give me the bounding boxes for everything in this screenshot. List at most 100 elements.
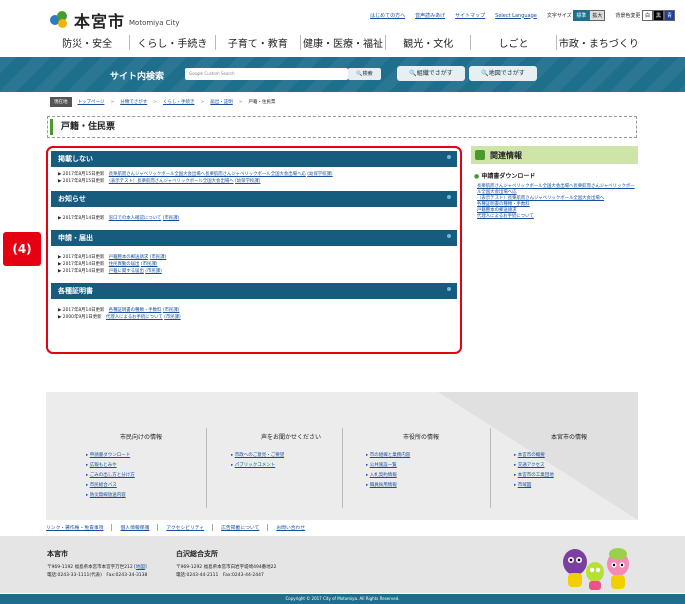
footer-col-title: 本宮市の情報	[550, 434, 587, 441]
footer-link-ads[interactable]: 広告掲載について	[213, 524, 269, 531]
gnav-city-planning[interactable]: 市政・まちづくり	[555, 34, 641, 50]
font-large-button[interactable]: 拡大	[589, 10, 606, 21]
footer-link[interactable]: 公共施設一覧	[370, 463, 397, 468]
sitemap-link[interactable]: サイトマップ	[455, 12, 485, 19]
footer-col-cityhall: 市役所の情報 市の組織と業務内容 公共施設一覧 入札契約情報 職員採用情報	[366, 432, 476, 491]
footer-link[interactable]: 市民総合バス	[90, 483, 117, 488]
annotation-label: (4)	[3, 232, 41, 266]
item-date: 2017年8月15日更新	[62, 179, 105, 184]
item-dept-link[interactable]: (市民課)	[163, 308, 180, 313]
sidebar-link[interactable]: 長栗航而さんジャベリックボール全国大会出場へ長栗航而さんジャベリックボール全国大…	[471, 184, 638, 196]
font-size-label: 文字サイズ 標準 拡大	[546, 10, 606, 21]
footer-link-copyright[interactable]: リンク・著作権・免責事項	[46, 524, 113, 531]
font-standard-button[interactable]: 標準	[573, 10, 590, 21]
page-title-box: 戸籍・住民票	[47, 116, 637, 138]
search-button[interactable]: 🔍検索	[348, 68, 381, 80]
font-size-text: 文字サイズ	[546, 13, 572, 19]
footer-divider	[206, 428, 207, 508]
list-item: ▶ 2017年8月15日更新 （表示テスト）長栗航而さんジャベリックボール全国大…	[58, 179, 261, 184]
footer-col-title: 市民向けの情報	[119, 434, 162, 441]
footer-link[interactable]: 市域図	[518, 483, 532, 488]
first-time-link[interactable]: はじめての方へ	[370, 12, 405, 19]
gnav-tourism[interactable]: 観光・文化	[385, 34, 470, 50]
bg-blue-button[interactable]: 青	[663, 10, 675, 21]
footer-link[interactable]: 職員採用情報	[370, 483, 397, 488]
section-header-applications: 申請・届出	[51, 230, 457, 246]
site-logo[interactable]: 本宮市 Motomiya City	[50, 8, 180, 32]
footer-divider	[490, 428, 491, 508]
search-button-label: 検索	[362, 71, 373, 77]
item-link[interactable]: 戸籍に関する届出	[109, 269, 144, 274]
item-dept-link[interactable]: (市民課)	[150, 255, 167, 260]
office-address-text: 〒969-1192 福島県本宮市本宮字万世212 [	[47, 565, 136, 570]
item-dept-link[interactable]: (市民課)	[141, 262, 158, 267]
item-date: 2017年8月14日更新	[62, 308, 105, 313]
item-dept-link[interactable]: (幼保学校課)	[307, 172, 332, 177]
section-list: ▶ 2017年8月14日更新 各種証明書の種類・手数料 (市民課) ▶ 2000…	[51, 299, 457, 325]
list-item: ▶ 2017年8月14日更新 住民異動の届出 (市民課)	[58, 262, 158, 267]
bg-color-label: 背景色変更 白黒青	[615, 10, 675, 21]
bg-white-button[interactable]: 白	[641, 10, 653, 21]
footer-col-voice: 声をお聞かせください 市政へのご意見・ご要望 パブリックコメント	[231, 432, 351, 471]
read-aloud-link[interactable]: 音声読みあげ	[415, 12, 445, 19]
breadcrumb-top[interactable]: トップページ	[78, 99, 105, 105]
circle-bullet-icon: ●	[474, 173, 480, 180]
section-list: ▶ 2017年8月14日更新 戸籍謄本の郵送請求 (市民課) ▶ 2017年8月…	[51, 246, 457, 281]
item-link[interactable]: （表示テスト）長栗航而さんジャベリックボール全国大会出場へ	[109, 179, 234, 184]
org-button-label: 組織でさがす	[416, 70, 453, 77]
item-dept-link[interactable]: (市民課)	[145, 269, 162, 274]
footer-link-privacy[interactable]: 個人情報保護	[112, 524, 159, 531]
bg-black-button[interactable]: 黒	[652, 10, 664, 21]
breadcrumb-certificates[interactable]: 届出・証明	[210, 99, 233, 105]
breadcrumb-separator: >	[153, 99, 157, 105]
footer-link[interactable]: パブリックコメント	[235, 463, 276, 468]
footer-link[interactable]: 申請書ダウンロード	[90, 453, 131, 458]
item-link[interactable]: 戸籍謄本の郵送請求	[109, 255, 149, 260]
logo-title: 本宮市	[74, 12, 126, 31]
copyright: Copyright © 2017 City of Motomiya. All R…	[0, 594, 685, 604]
search-input[interactable]: Google Custom Search	[185, 68, 348, 80]
item-date: 2000年9月1日更新	[62, 315, 102, 320]
gnav-childcare[interactable]: 子育て・教育	[214, 34, 300, 50]
section-list: ▶ 2017年8月14日更新 窓口での本人確認について (市民課)	[51, 207, 457, 228]
item-link[interactable]: 長栗航而さんジャベリックボール全国大会出場へ長栗航而さんジャベリックボール全国大…	[109, 172, 306, 177]
gnav-living[interactable]: くらし・手続き	[129, 34, 214, 50]
footer-link[interactable]: 防災無線放送内容	[90, 493, 126, 498]
section-list: ▶ 2017年8月15日更新 長栗航而さんジャベリックボール全国大会出場へ長栗航…	[51, 167, 457, 189]
search-icon	[475, 150, 485, 160]
gnav-disaster[interactable]: 防災・安全	[45, 35, 129, 50]
item-link[interactable]: 住民異動の届出	[109, 262, 140, 267]
gnav-health[interactable]: 健康・医療・福祉	[299, 34, 385, 50]
footer-link-contact[interactable]: お問い合わせ	[268, 524, 313, 531]
footer-link[interactable]: 市政へのご意見・ご要望	[235, 453, 285, 458]
office-phone: 電話:0243-33-1111(代表) Fax:0243-34-3138	[47, 573, 148, 578]
footer-col-title: 声をお聞かせください	[260, 434, 321, 441]
related-info-title: 関連情報	[490, 150, 522, 160]
item-dept-link[interactable]: (市民課)	[164, 315, 181, 320]
footer-link[interactable]: 広報もとみや	[90, 463, 117, 468]
item-link[interactable]: 代理人によるお手続について	[106, 315, 163, 320]
item-dept-link[interactable]: (幼保学校課)	[235, 179, 260, 184]
breadcrumb-living[interactable]: くらし・手続き	[163, 99, 195, 105]
item-link[interactable]: 窓口での本人確認について	[109, 216, 162, 221]
breadcrumb-separator: >	[110, 99, 115, 105]
footer-link[interactable]: ごみの出し方と分け方	[90, 473, 135, 478]
footer-link[interactable]: 本宮市の概要	[518, 453, 545, 458]
search-by-map-button[interactable]: 🔍地図でさがす	[469, 66, 537, 81]
footer-link-accessibility[interactable]: アクセシビリティ	[158, 524, 214, 531]
footer-link[interactable]: 本宮市の工業団地	[518, 473, 554, 478]
section-header-certificates: 各種証明書	[51, 283, 457, 299]
search-by-org-button[interactable]: 🔍組織でさがす	[397, 66, 465, 81]
item-dept-link[interactable]: (市民課)	[163, 216, 180, 221]
footer-link[interactable]: 交通アクセス	[518, 463, 545, 468]
footer-link[interactable]: 入札契約情報	[370, 473, 397, 478]
select-language-link[interactable]: Select Language	[495, 13, 537, 19]
sidebar-link[interactable]: 代理人によるお手続について	[471, 214, 638, 220]
breadcrumb-category[interactable]: 分類でさがす	[120, 99, 147, 105]
gnav-work[interactable]: しごと	[470, 34, 555, 50]
map-link[interactable]: 地図	[136, 565, 145, 570]
item-date: 2017年8月14日更新	[62, 216, 105, 221]
footer-link[interactable]: 市の組織と業務内容	[370, 453, 411, 458]
search-icon: 🔍	[481, 70, 489, 77]
item-link[interactable]: 各種証明書の種類・手数料	[109, 308, 162, 313]
